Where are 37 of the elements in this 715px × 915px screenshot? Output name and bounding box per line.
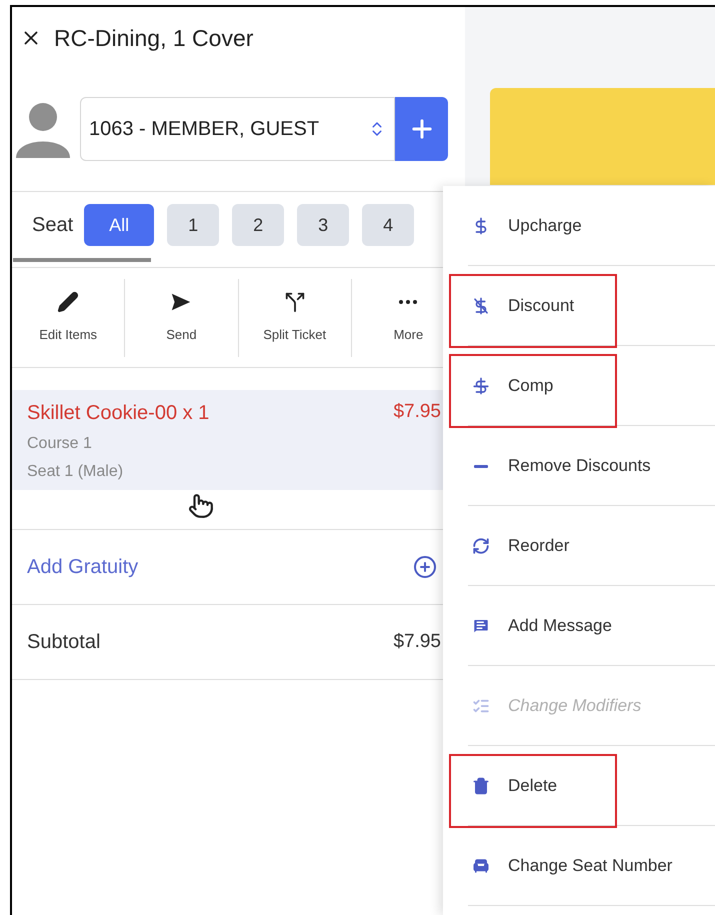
- refresh-icon: [472, 537, 490, 555]
- add-gratuity-link[interactable]: Add Gratuity: [27, 552, 138, 582]
- minus-icon: [474, 464, 488, 468]
- item-price: $7.95: [393, 400, 441, 424]
- menu-item[interactable]: Upcharge: [448, 192, 715, 260]
- seat-tab[interactable]: 1: [167, 204, 220, 246]
- item-name: Skillet Cookie-00 x 1: [27, 401, 210, 426]
- avatar-icon: [14, 100, 72, 158]
- menu-item[interactable]: Add Message: [448, 592, 715, 660]
- message-icon: [472, 617, 490, 635]
- toolbar-button[interactable]: Send: [125, 278, 239, 356]
- menu-item[interactable]: Change Seat Number: [448, 832, 715, 900]
- split-icon: [284, 290, 306, 313]
- pointer-cursor-icon: [188, 492, 214, 520]
- item-detail: Seat 1 (Male): [27, 462, 124, 482]
- add-customer-button[interactable]: [395, 97, 448, 161]
- subtotal-label: Subtotal: [27, 630, 100, 655]
- seat-tab[interactable]: 2: [232, 204, 284, 246]
- more-icon: [399, 300, 418, 304]
- slashed-dollar-icon: [472, 297, 490, 315]
- toolbar-button[interactable]: Split Ticket: [238, 278, 352, 356]
- subtotal-amount: $7.95: [393, 630, 441, 654]
- customer-select[interactable]: 1063 - MEMBER, GUEST: [80, 97, 395, 161]
- seat-tab[interactable]: 4: [362, 204, 414, 246]
- list-icon: [472, 697, 490, 715]
- item-detail: Course 1: [27, 434, 93, 454]
- armchair-icon: [472, 857, 490, 875]
- seat-tab[interactable]: 3: [297, 204, 350, 246]
- seat-label: Seat: [32, 213, 74, 238]
- window-title: RC-Dining, 1 Cover: [54, 24, 254, 53]
- add-circle-icon[interactable]: [413, 555, 437, 579]
- toolbar-button[interactable]: Edit Items: [12, 278, 126, 356]
- pencil-icon: [57, 290, 80, 313]
- trash-icon: [472, 777, 490, 795]
- strikethrough-dollar-icon: [472, 377, 490, 395]
- seat-tab[interactable]: All: [84, 204, 154, 246]
- menu-item[interactable]: Delete: [448, 752, 715, 820]
